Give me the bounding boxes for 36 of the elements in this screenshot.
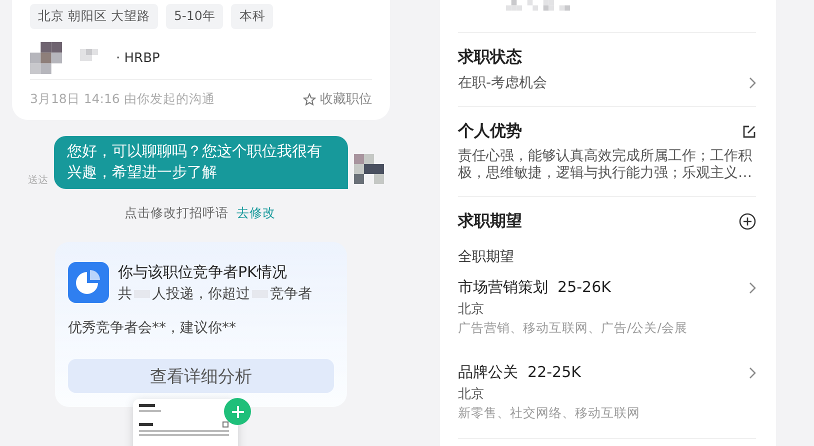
favorite-job-button[interactable]: 收藏职位 bbox=[303, 90, 372, 108]
pk-advice: 优秀竞争者会**，建议你** bbox=[68, 319, 237, 337]
add-circle-icon[interactable] bbox=[739, 213, 756, 230]
expectation-title[interactable]: 品牌公关 22-25K bbox=[458, 363, 581, 382]
expectation-industries: 广告营销、移动互联网、广告/公关/会展 bbox=[458, 320, 688, 337]
greeting-hint: 点击修改打招呼语 bbox=[124, 205, 228, 222]
plus-icon bbox=[230, 404, 244, 418]
chat-timestamp: 3月18日 14:16 由你发起的沟通 bbox=[30, 90, 215, 108]
edit-icon[interactable] bbox=[742, 124, 756, 138]
expectation-city: 北京 bbox=[458, 301, 485, 318]
subsection-title: 全职期望 bbox=[458, 248, 515, 266]
chevron-right-icon bbox=[749, 366, 756, 378]
job-tag: 5-10年 bbox=[166, 4, 224, 29]
expectation-title[interactable]: 市场营销策划 25-26K bbox=[458, 278, 611, 297]
recruiter-role: · HRBP bbox=[116, 50, 160, 66]
star-icon bbox=[303, 92, 316, 106]
pie-chart-icon bbox=[68, 262, 109, 303]
pk-summary: 共 bbox=[118, 284, 132, 302]
job-status-value[interactable]: 在职-考虑机会 bbox=[458, 74, 548, 92]
advantages-text: 责任心强，能够认真高效完成所属工作；工作积极，思维敏捷，逻辑与执行能力强；乐观主义… bbox=[458, 148, 753, 182]
job-tag: 本科 bbox=[231, 4, 274, 29]
chevron-right-icon bbox=[749, 77, 756, 89]
chat-bubble: 您好，可以聊聊吗？您这个职位我很有兴趣，希望进一步了解 bbox=[54, 136, 348, 189]
section-title: 求职状态 bbox=[458, 47, 523, 68]
chevron-right-icon bbox=[749, 282, 756, 294]
pk-title: 你与该职位竞争者PK情况 bbox=[118, 262, 288, 282]
pk-summary: 竞争者 bbox=[270, 284, 312, 302]
section-title: 个人优势 bbox=[458, 121, 522, 142]
expectation-industries: 新零售、社交网络、移动互联网 bbox=[458, 405, 641, 422]
job-tag: 北京 朝阳区 大望路 bbox=[30, 4, 158, 29]
detail-analysis-button[interactable]: 查看详细分析 bbox=[68, 359, 334, 393]
pixelated-avatar bbox=[30, 42, 62, 74]
section-title: 求职期望 bbox=[458, 211, 522, 232]
expectation-city: 北京 bbox=[458, 386, 485, 403]
delivery-status: 送达 bbox=[28, 174, 48, 187]
pk-summary: 人投递，你超过 bbox=[152, 284, 250, 302]
